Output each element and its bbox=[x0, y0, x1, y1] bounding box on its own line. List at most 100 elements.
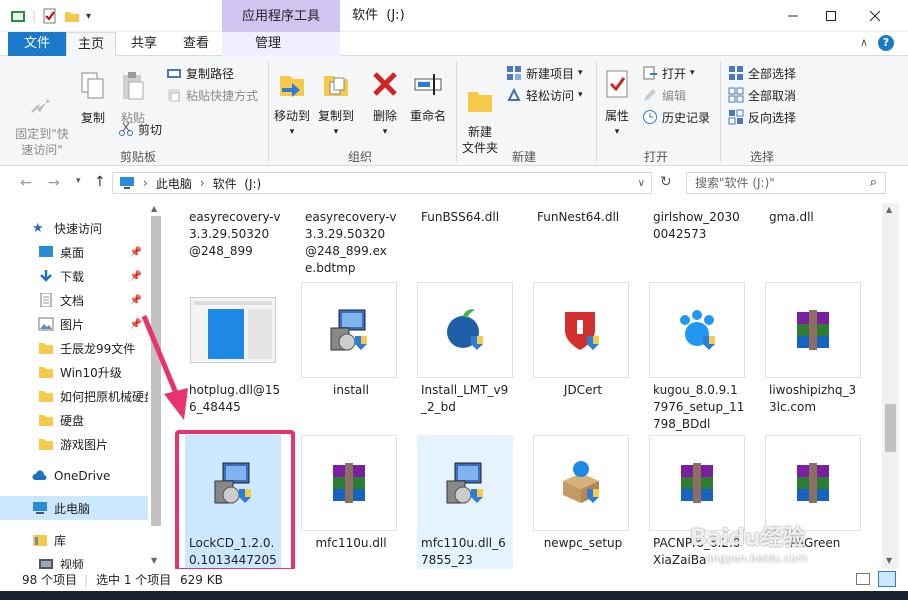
easy-access-icon bbox=[507, 87, 521, 101]
properties-button[interactable]: 属性 ▾ bbox=[600, 68, 634, 140]
breadcrumb-drive[interactable]: 软件 (J:) bbox=[213, 175, 262, 192]
file-thumbnail bbox=[301, 435, 397, 531]
file-item[interactable]: Install_LMT_v9_2_bd bbox=[417, 282, 513, 416]
file-thumbnail bbox=[185, 282, 281, 378]
address-dropdown-icon[interactable]: ∨ bbox=[638, 178, 645, 189]
paste-shortcut-button[interactable]: 粘贴快捷方式 bbox=[166, 85, 258, 105]
move-to-button[interactable]: 移动到 ▾ bbox=[272, 68, 312, 140]
properties-check-icon[interactable] bbox=[42, 8, 58, 24]
sidebar-item-quick-access[interactable]: ★ 快速访问 bbox=[0, 216, 148, 240]
breadcrumb-separator-icon: › bbox=[199, 176, 205, 190]
baidu-watermark-url: jingyan.baidu.com bbox=[706, 552, 808, 565]
file-item[interactable]: FunBSS64.dll bbox=[417, 209, 513, 226]
refresh-icon[interactable]: ↻ bbox=[660, 174, 672, 190]
file-item[interactable]: easyrecovery-v3.3.29.50320@248_899 bbox=[185, 209, 281, 260]
close-button[interactable] bbox=[852, 0, 898, 32]
recent-locations-icon[interactable]: ▾ bbox=[76, 176, 81, 186]
content-scrollbar[interactable] bbox=[882, 203, 899, 569]
cut-button[interactable]: 剪切 bbox=[118, 119, 162, 139]
ribbon-separator bbox=[268, 62, 269, 162]
address-bar[interactable]: › 此电脑 › 软件 (J:) ∨ bbox=[112, 172, 652, 194]
file-thumbnail bbox=[417, 435, 513, 531]
selected-count: 选中 1 个项目 bbox=[96, 573, 172, 587]
tab-manage[interactable]: 管理 bbox=[246, 32, 290, 56]
delete-button[interactable]: 删除 ▾ bbox=[366, 68, 404, 140]
file-thumbnail bbox=[417, 282, 513, 378]
search-input[interactable]: 搜索"软件 (J:)" ⌕ bbox=[686, 172, 886, 194]
sidebar-item-label: 图片 bbox=[60, 317, 85, 332]
file-name: easyrecovery-v3.3.29.50320@248_899.exe.b… bbox=[305, 210, 397, 275]
scroll-up-icon[interactable]: ▲ bbox=[151, 204, 157, 213]
file-item[interactable]: newpc_setup bbox=[533, 435, 629, 552]
copy-button[interactable]: 复制 bbox=[76, 70, 110, 126]
up-arrow-icon[interactable]: ↑ bbox=[94, 174, 106, 190]
invert-selection-button[interactable]: 反向选择 bbox=[728, 107, 796, 127]
forward-arrow-icon[interactable]: → bbox=[48, 175, 60, 191]
scroll-up-icon[interactable]: ▲ bbox=[886, 205, 892, 214]
pin-quick-access-button[interactable]: 固定到"快 速访问" bbox=[12, 70, 72, 158]
history-button[interactable]: 历史记录 bbox=[642, 107, 710, 127]
new-folder-icon[interactable] bbox=[64, 8, 80, 24]
large-icons-view-icon[interactable] bbox=[878, 571, 896, 587]
tab-view[interactable]: 查看 bbox=[174, 32, 218, 56]
file-item[interactable]: JDCert bbox=[533, 282, 629, 399]
file-item[interactable]: gma.dll bbox=[765, 209, 861, 226]
file-name: kugou_8.0.9.17976_setup_11798_BDdl bbox=[653, 383, 745, 431]
scroll-down-icon[interactable]: ▼ bbox=[151, 556, 157, 565]
sidebar-item-folder[interactable]: 硬盘 bbox=[0, 408, 148, 432]
select-none-button[interactable]: 全部取消 bbox=[728, 85, 796, 105]
sidebar-item-videos[interactable]: 视频 bbox=[0, 552, 148, 569]
copy-to-button[interactable]: 复制到 ▾ bbox=[316, 68, 356, 140]
file-item[interactable]: girlshow_20300042573 bbox=[649, 209, 745, 243]
sidebar-item-folder[interactable]: 壬辰龙99文件 bbox=[0, 336, 148, 360]
copy-path-button[interactable]: 复制路径 bbox=[166, 63, 234, 83]
breadcrumb-this-pc[interactable]: 此电脑 bbox=[156, 175, 192, 192]
rename-button[interactable]: 重命名 bbox=[406, 68, 450, 124]
sidebar-item-this-pc[interactable]: 此电脑 bbox=[0, 496, 148, 520]
sidebar-item-folder[interactable]: 如何把原机械硬盘 bbox=[0, 384, 148, 408]
sidebar-item-downloads[interactable]: 下载 📌 bbox=[0, 264, 148, 288]
help-icon[interactable]: ? bbox=[878, 35, 894, 51]
open-button[interactable]: 打开 ▾ bbox=[642, 63, 695, 83]
sidebar-item-folder[interactable]: Win10升级 bbox=[0, 360, 148, 384]
back-arrow-icon[interactable]: ← bbox=[20, 175, 32, 191]
paste-button[interactable]: 粘贴 bbox=[116, 70, 150, 126]
ribbon-collapse-icon[interactable]: ∧ bbox=[860, 36, 868, 49]
tab-home[interactable]: 主页 bbox=[66, 32, 116, 57]
file-item[interactable]: easyrecovery-v3.3.29.50320@248_899.exe.b… bbox=[301, 209, 397, 277]
properties-dropdown-icon: ▾ bbox=[614, 127, 620, 137]
file-item[interactable]: FunNest64.dll bbox=[533, 209, 629, 226]
video-icon bbox=[39, 559, 53, 569]
content-scrollbar-thumb[interactable] bbox=[885, 404, 896, 452]
file-item[interactable]: hotplug.dll@156_48445 bbox=[185, 282, 281, 416]
details-view-icon[interactable] bbox=[856, 573, 870, 585]
sidebar-item-desktop[interactable]: 桌面 📌 bbox=[0, 240, 148, 264]
status-separator: | bbox=[84, 573, 89, 587]
sidebar-item-libraries[interactable]: 库 bbox=[0, 528, 148, 552]
sidebar-item-documents[interactable]: 文档 📌 bbox=[0, 288, 148, 312]
file-item[interactable]: liwoshipizhq_33lc.com bbox=[765, 282, 861, 416]
edit-button[interactable]: 编辑 bbox=[642, 85, 686, 105]
sidebar-item-pictures[interactable]: 图片 📌 bbox=[0, 312, 148, 336]
maximize-button[interactable] bbox=[808, 0, 854, 32]
open-label: 打开 bbox=[662, 66, 687, 81]
document-icon bbox=[40, 293, 52, 307]
new-item-button[interactable]: 新建项目 ▾ bbox=[506, 63, 583, 83]
paste-shortcut-label: 粘贴快捷方式 bbox=[186, 88, 259, 103]
qat-dropdown-icon[interactable]: ▾ bbox=[86, 11, 91, 22]
file-name: liwoshipizhq_33lc.com bbox=[769, 383, 857, 414]
file-item[interactable]: mfc110u.dll bbox=[301, 435, 397, 552]
file-item[interactable]: kugou_8.0.9.17976_setup_11798_BDdl bbox=[649, 282, 745, 433]
sidebar-item-folder[interactable]: 游戏图片 bbox=[0, 432, 148, 456]
sidebar-item-onedrive[interactable]: OneDrive bbox=[0, 464, 148, 488]
easy-access-button[interactable]: 轻松访问 ▾ bbox=[506, 85, 583, 105]
tab-file[interactable]: 文件 bbox=[8, 32, 66, 56]
file-item-hovered[interactable]: mfc110u.dll_67855_23 bbox=[417, 435, 513, 569]
new-folder-button[interactable]: 新建 文件夹 bbox=[460, 68, 500, 156]
file-item[interactable]: install bbox=[301, 282, 397, 399]
file-name: FunNest64.dll bbox=[537, 210, 620, 224]
select-all-button[interactable]: 全部选择 bbox=[728, 63, 796, 83]
scroll-down-icon[interactable]: ▼ bbox=[886, 556, 892, 565]
file-thumbnail bbox=[533, 435, 629, 531]
tab-share[interactable]: 共享 bbox=[122, 32, 166, 56]
